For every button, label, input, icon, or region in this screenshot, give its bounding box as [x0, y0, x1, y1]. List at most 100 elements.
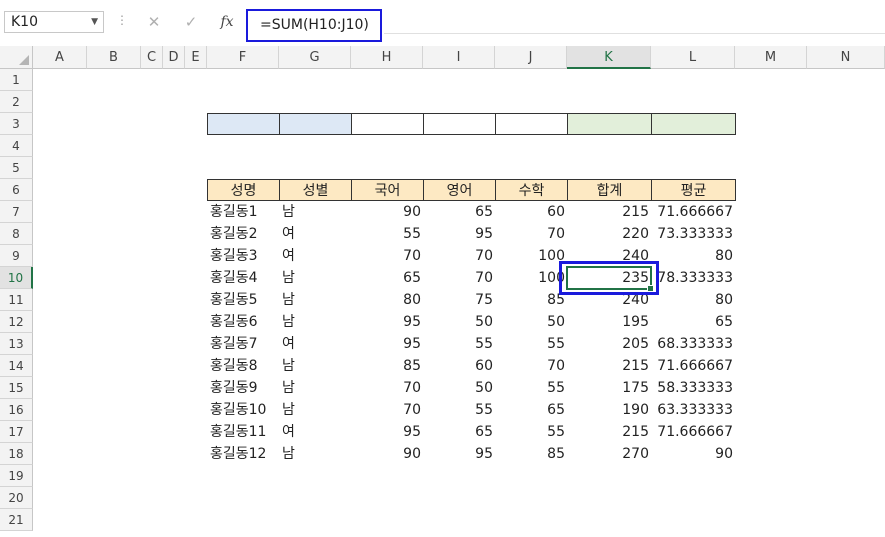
- table-cell[interactable]: 90: [351, 201, 423, 223]
- row-header[interactable]: 4: [0, 135, 33, 157]
- table-cell[interactable]: 50: [423, 311, 495, 333]
- select-all-corner[interactable]: [0, 46, 33, 69]
- table-cell[interactable]: 70: [351, 377, 423, 399]
- table-cell[interactable]: 85: [495, 443, 567, 465]
- table-cell[interactable]: 220: [567, 223, 651, 245]
- row-header[interactable]: 20: [0, 487, 33, 509]
- table-cell[interactable]: 270: [567, 443, 651, 465]
- table-cell[interactable]: 홍길동7: [207, 333, 279, 355]
- row-header[interactable]: 21: [0, 509, 33, 531]
- cancel-icon[interactable]: ✕: [143, 11, 165, 33]
- table-header-cell[interactable]: 국어: [351, 179, 424, 201]
- row-header[interactable]: 1: [0, 69, 33, 91]
- row-header[interactable]: 13: [0, 333, 33, 355]
- table-cell[interactable]: 215: [567, 355, 651, 377]
- table-cell[interactable]: 55: [495, 333, 567, 355]
- table-cell[interactable]: 홍길동10: [207, 399, 279, 421]
- insert-function-icon[interactable]: fx: [216, 11, 238, 33]
- table-cell[interactable]: 남: [279, 399, 351, 421]
- row-header[interactable]: 16: [0, 399, 33, 421]
- cell-box[interactable]: [567, 113, 652, 135]
- table-cell[interactable]: 70: [495, 355, 567, 377]
- table-cell[interactable]: 215: [567, 421, 651, 443]
- column-header[interactable]: B: [87, 46, 141, 69]
- table-cell[interactable]: 홍길동11: [207, 421, 279, 443]
- table-cell[interactable]: 195: [567, 311, 651, 333]
- table-cell[interactable]: 95: [423, 223, 495, 245]
- table-cell[interactable]: 80: [351, 289, 423, 311]
- table-cell[interactable]: 71.666667: [651, 355, 735, 377]
- row-header[interactable]: 2: [0, 91, 33, 113]
- table-cell[interactable]: 남: [279, 377, 351, 399]
- formula-input[interactable]: =SUM(H10:J10): [246, 9, 382, 42]
- table-cell[interactable]: 71.666667: [651, 201, 735, 223]
- row-header[interactable]: 6: [0, 179, 33, 201]
- table-cell[interactable]: 홍길동1: [207, 201, 279, 223]
- table-cell[interactable]: 68.333333: [651, 333, 735, 355]
- row-header[interactable]: 15: [0, 377, 33, 399]
- table-cell[interactable]: 95: [351, 311, 423, 333]
- table-cell[interactable]: 홍길동2: [207, 223, 279, 245]
- table-header-cell[interactable]: 평균: [651, 179, 736, 201]
- table-cell[interactable]: 65: [651, 311, 735, 333]
- table-cell[interactable]: 여: [279, 245, 351, 267]
- cell-box[interactable]: [423, 113, 496, 135]
- table-cell[interactable]: 55: [423, 333, 495, 355]
- table-cell[interactable]: 65: [423, 421, 495, 443]
- table-cell[interactable]: 남: [279, 443, 351, 465]
- table-cell[interactable]: 50: [495, 311, 567, 333]
- cell-box[interactable]: [351, 113, 424, 135]
- more-options-icon[interactable]: ⋮: [116, 13, 128, 27]
- table-cell[interactable]: 190: [567, 399, 651, 421]
- row-header[interactable]: 12: [0, 311, 33, 333]
- table-cell[interactable]: 78.333333: [651, 267, 735, 289]
- cell-box[interactable]: [279, 113, 352, 135]
- cell-box[interactable]: [651, 113, 736, 135]
- table-cell[interactable]: 70: [495, 223, 567, 245]
- column-header[interactable]: J: [495, 46, 567, 69]
- cell-box[interactable]: [495, 113, 568, 135]
- row-header[interactable]: 11: [0, 289, 33, 311]
- table-cell[interactable]: 홍길동3: [207, 245, 279, 267]
- table-cell[interactable]: 175: [567, 377, 651, 399]
- table-cell[interactable]: 71.666667: [651, 421, 735, 443]
- table-cell[interactable]: 남: [279, 267, 351, 289]
- column-header[interactable]: D: [163, 46, 185, 69]
- row-header[interactable]: 3: [0, 113, 33, 135]
- table-cell[interactable]: 남: [279, 355, 351, 377]
- row-header[interactable]: 17: [0, 421, 33, 443]
- column-header[interactable]: C: [141, 46, 163, 69]
- row-header[interactable]: 14: [0, 355, 33, 377]
- table-cell[interactable]: 85: [351, 355, 423, 377]
- table-cell[interactable]: 70: [351, 245, 423, 267]
- table-cell[interactable]: 95: [351, 421, 423, 443]
- column-header[interactable]: L: [651, 46, 735, 69]
- table-cell[interactable]: 100: [495, 267, 567, 289]
- row-header[interactable]: 8: [0, 223, 33, 245]
- table-cell[interactable]: 홍길동4: [207, 267, 279, 289]
- formula-input-area[interactable]: [384, 11, 885, 34]
- table-cell[interactable]: 80: [651, 245, 735, 267]
- table-cell[interactable]: 60: [423, 355, 495, 377]
- row-header[interactable]: 19: [0, 465, 33, 487]
- table-cell[interactable]: 남: [279, 201, 351, 223]
- table-cell[interactable]: 63.333333: [651, 399, 735, 421]
- row-header[interactable]: 9: [0, 245, 33, 267]
- column-header[interactable]: G: [279, 46, 351, 69]
- table-cell[interactable]: 95: [423, 443, 495, 465]
- table-cell[interactable]: 205: [567, 333, 651, 355]
- name-box[interactable]: K10 ▼: [4, 11, 104, 33]
- table-cell[interactable]: 65: [351, 267, 423, 289]
- column-header[interactable]: H: [351, 46, 423, 69]
- table-cell[interactable]: 홍길동12: [207, 443, 279, 465]
- table-cell[interactable]: 홍길동8: [207, 355, 279, 377]
- table-cell[interactable]: 55: [423, 399, 495, 421]
- table-cell[interactable]: 95: [351, 333, 423, 355]
- column-header[interactable]: N: [807, 46, 885, 69]
- table-header-cell[interactable]: 성명: [207, 179, 280, 201]
- table-cell[interactable]: 90: [351, 443, 423, 465]
- table-header-cell[interactable]: 성별: [279, 179, 352, 201]
- table-cell[interactable]: 55: [351, 223, 423, 245]
- table-cell[interactable]: 55: [495, 377, 567, 399]
- table-header-cell[interactable]: 합계: [567, 179, 652, 201]
